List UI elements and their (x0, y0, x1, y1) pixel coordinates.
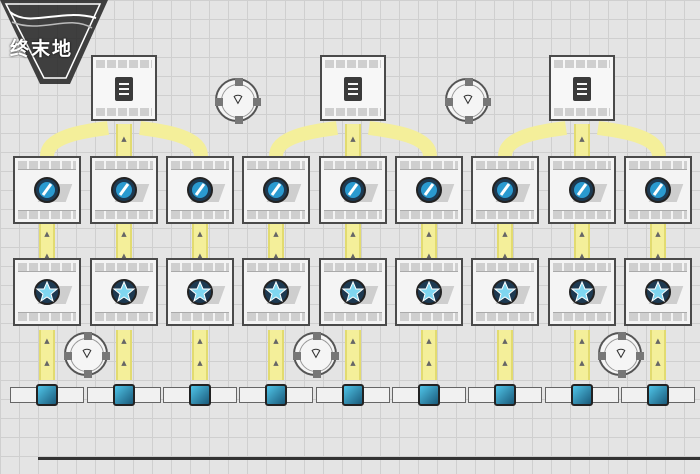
ore-crystal-icon (416, 177, 442, 203)
curved-conveyor-belt[interactable] (269, 121, 338, 158)
star-crystal-icon (34, 279, 60, 305)
document-icon (573, 77, 591, 101)
relay-notch (293, 352, 301, 360)
relay-notch (636, 352, 644, 360)
relay-notch (313, 370, 321, 378)
curved-conveyor-belt[interactable] (597, 121, 666, 158)
ore-crystal-icon (34, 177, 60, 203)
relay-notch (84, 332, 92, 340)
curved-conveyor-belt[interactable] (139, 121, 208, 158)
relay-notch (102, 352, 110, 360)
curved-conveyor-belt[interactable] (368, 121, 437, 158)
storage-box[interactable] (320, 55, 386, 121)
cube-icon[interactable] (265, 384, 287, 406)
signal-relay-icon: ⌔ (614, 346, 628, 362)
refining-unit[interactable] (166, 156, 234, 224)
cube-icon[interactable] (113, 384, 135, 406)
star-crystal-icon (111, 279, 137, 305)
ore-crystal-icon (187, 177, 213, 203)
refining-unit[interactable] (548, 156, 616, 224)
ore-crystal-icon (492, 177, 518, 203)
storage-box[interactable] (549, 55, 615, 121)
crystal-processor[interactable] (166, 258, 234, 326)
refining-unit[interactable] (242, 156, 310, 224)
cube-icon[interactable] (342, 384, 364, 406)
curved-conveyor-belt[interactable] (40, 121, 109, 158)
relay-notch (235, 78, 243, 86)
relay-tower[interactable]: ⌔ (64, 332, 110, 378)
star-crystal-icon (492, 279, 518, 305)
relay-notch (331, 352, 339, 360)
relay-notch (618, 332, 626, 340)
signal-relay-icon: ⌔ (309, 346, 323, 362)
cube-icon[interactable] (418, 384, 440, 406)
star-crystal-icon (187, 279, 213, 305)
crystal-processor[interactable] (395, 258, 463, 326)
document-icon (115, 77, 133, 101)
cube-icon[interactable] (571, 384, 593, 406)
relay-notch (445, 98, 453, 106)
relay-tower[interactable]: ⌔ (445, 78, 491, 124)
relay-notch (64, 352, 72, 360)
relay-notch (618, 370, 626, 378)
refining-unit[interactable] (471, 156, 539, 224)
refining-unit[interactable] (13, 156, 81, 224)
ore-crystal-icon (111, 177, 137, 203)
crystal-processor[interactable] (319, 258, 387, 326)
star-crystal-icon (263, 279, 289, 305)
relay-notch (253, 98, 261, 106)
progress-bar (38, 457, 700, 460)
crystal-processor[interactable] (90, 258, 158, 326)
crystal-processor[interactable] (548, 258, 616, 326)
crystal-processor[interactable] (624, 258, 692, 326)
relay-notch (598, 352, 606, 360)
ore-crystal-icon (340, 177, 366, 203)
refining-unit[interactable] (395, 156, 463, 224)
ore-crystal-icon (263, 177, 289, 203)
relay-notch (235, 116, 243, 124)
crystal-processor[interactable] (471, 258, 539, 326)
relay-tower[interactable]: ⌔ (598, 332, 644, 378)
relay-tower[interactable]: ⌔ (215, 78, 261, 124)
signal-relay-icon: ⌔ (80, 346, 94, 362)
curved-conveyor-belt[interactable] (498, 121, 567, 158)
cube-icon[interactable] (36, 384, 58, 406)
cube-icon[interactable] (647, 384, 669, 406)
star-crystal-icon (569, 279, 595, 305)
refining-unit[interactable] (319, 156, 387, 224)
star-crystal-icon (416, 279, 442, 305)
star-crystal-icon (645, 279, 671, 305)
relay-notch (215, 98, 223, 106)
ore-crystal-icon (569, 177, 595, 203)
document-icon (344, 77, 362, 101)
relay-tower[interactable]: ⌔ (293, 332, 339, 378)
refining-unit[interactable] (624, 156, 692, 224)
cube-icon[interactable] (189, 384, 211, 406)
relay-notch (465, 78, 473, 86)
crystal-processor[interactable] (13, 258, 81, 326)
storage-box[interactable] (91, 55, 157, 121)
refining-unit[interactable] (90, 156, 158, 224)
relay-notch (483, 98, 491, 106)
star-crystal-icon (340, 279, 366, 305)
signal-relay-icon: ⌔ (231, 92, 245, 108)
ore-crystal-icon (645, 177, 671, 203)
signal-relay-icon: ⌔ (461, 92, 475, 108)
crystal-processor[interactable] (242, 258, 310, 326)
relay-notch (313, 332, 321, 340)
cube-icon[interactable] (494, 384, 516, 406)
relay-notch (465, 116, 473, 124)
relay-notch (84, 370, 92, 378)
